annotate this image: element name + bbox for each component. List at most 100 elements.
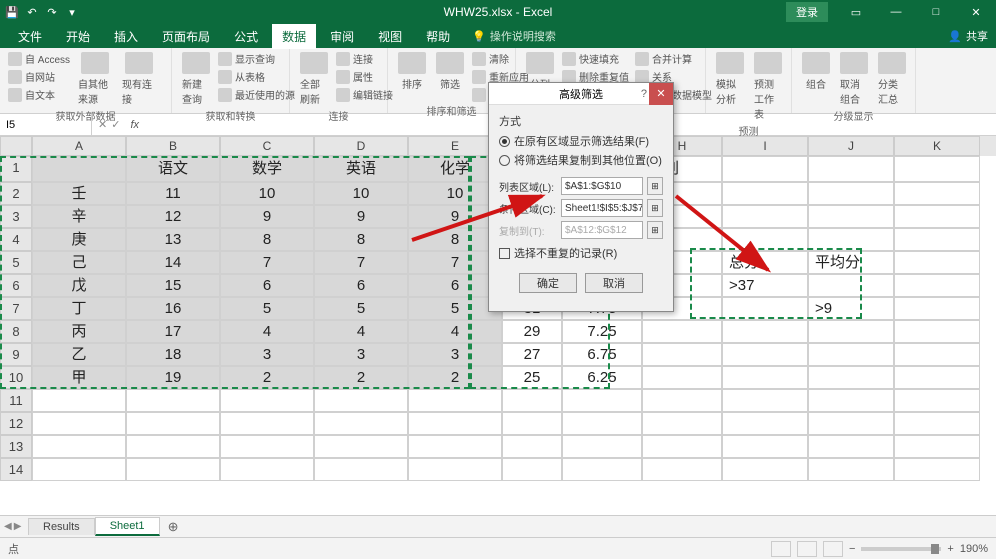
row-header-2[interactable]: 2 [0, 182, 32, 205]
col-header-A[interactable]: A [32, 136, 126, 156]
cancel-button[interactable]: 取消 [585, 273, 643, 293]
cell-H8[interactable] [642, 320, 722, 343]
cell-D3[interactable]: 9 [314, 205, 408, 228]
ungroup-button[interactable]: 取消组合 [836, 50, 872, 108]
cell-I14[interactable] [722, 458, 808, 481]
cell-J8[interactable] [808, 320, 894, 343]
col-header-D[interactable]: D [314, 136, 408, 156]
cell-A6[interactable]: 戊 [32, 274, 126, 297]
cell-H11[interactable] [642, 389, 722, 412]
cell-C13[interactable] [220, 435, 314, 458]
cell-K2[interactable] [894, 182, 980, 205]
from-other-button[interactable]: 自其他来源 [74, 50, 116, 108]
tab-view[interactable]: 视图 [368, 24, 412, 49]
cell-B8[interactable]: 17 [126, 320, 220, 343]
cell-J9[interactable] [808, 343, 894, 366]
minimize-button[interactable]: — [876, 0, 916, 24]
save-icon[interactable]: 💾 [4, 4, 20, 20]
from-web-button[interactable]: 自网站 [6, 68, 72, 85]
cell-H13[interactable] [642, 435, 722, 458]
cell-B10[interactable]: 19 [126, 366, 220, 389]
cell-A8[interactable]: 丙 [32, 320, 126, 343]
cell-A9[interactable]: 乙 [32, 343, 126, 366]
cell-K13[interactable] [894, 435, 980, 458]
cell-D5[interactable]: 7 [314, 251, 408, 274]
cell-I1[interactable] [722, 156, 808, 182]
cell-E14[interactable] [408, 458, 502, 481]
cell-K5[interactable] [894, 251, 980, 274]
cell-C8[interactable]: 4 [220, 320, 314, 343]
cell-A2[interactable]: 壬 [32, 182, 126, 205]
cell-J7[interactable]: >9 [808, 297, 894, 320]
cell-K14[interactable] [894, 458, 980, 481]
sheet-nav-prev-icon[interactable]: ◀ [4, 521, 12, 532]
cell-J12[interactable] [808, 412, 894, 435]
maximize-button[interactable]: □ [916, 0, 956, 24]
cell-K6[interactable] [894, 274, 980, 297]
cell-C4[interactable]: 8 [220, 228, 314, 251]
cell-B5[interactable]: 14 [126, 251, 220, 274]
row-header-7[interactable]: 7 [0, 297, 32, 320]
cell-K8[interactable] [894, 320, 980, 343]
from-table-button[interactable]: 从表格 [216, 68, 297, 85]
cell-B11[interactable] [126, 389, 220, 412]
subtotal-button[interactable]: 分类汇总 [874, 50, 910, 108]
page-layout-icon[interactable] [797, 541, 817, 557]
redo-icon[interactable]: ↷ [44, 4, 60, 20]
radio-copy-elsewhere[interactable]: 将筛选结果复制到其他位置(O) [499, 152, 663, 168]
cell-J1[interactable] [808, 156, 894, 182]
tab-home[interactable]: 开始 [56, 24, 100, 49]
cell-B13[interactable] [126, 435, 220, 458]
cell-A14[interactable] [32, 458, 126, 481]
cell-D14[interactable] [314, 458, 408, 481]
new-query-button[interactable]: 新建查询 [178, 50, 214, 108]
recent-sources-button[interactable]: 最近使用的源 [216, 86, 297, 103]
cell-E9[interactable]: 3 [408, 343, 502, 366]
cell-J5[interactable]: 平均分 [808, 251, 894, 274]
cell-B14[interactable] [126, 458, 220, 481]
cell-J11[interactable] [808, 389, 894, 412]
group-button[interactable]: 组合 [798, 50, 834, 93]
cell-F11[interactable] [502, 389, 562, 412]
range-picker-icon[interactable]: ⊞ [647, 177, 663, 195]
cell-I12[interactable] [722, 412, 808, 435]
cell-H12[interactable] [642, 412, 722, 435]
cell-A1[interactable] [32, 156, 126, 182]
cell-A12[interactable] [32, 412, 126, 435]
name-box[interactable]: I5 [0, 114, 92, 135]
row-header-3[interactable]: 3 [0, 205, 32, 228]
add-sheet-button[interactable]: ⊕ [160, 517, 187, 537]
show-queries-button[interactable]: 显示查询 [216, 50, 297, 67]
tab-insert[interactable]: 插入 [104, 24, 148, 49]
zoom-level[interactable]: 190% [960, 543, 988, 555]
cell-K4[interactable] [894, 228, 980, 251]
whatif-button[interactable]: 模拟分析 [712, 50, 748, 108]
cell-H9[interactable] [642, 343, 722, 366]
login-button[interactable]: 登录 [786, 2, 828, 22]
close-button[interactable]: ✕ [956, 0, 996, 24]
undo-icon[interactable]: ↶ [24, 4, 40, 20]
row-header-13[interactable]: 13 [0, 435, 32, 458]
cell-H10[interactable] [642, 366, 722, 389]
cell-E10[interactable]: 2 [408, 366, 502, 389]
cell-K7[interactable] [894, 297, 980, 320]
sheet-tab-results[interactable]: Results [28, 518, 95, 535]
cell-E8[interactable]: 4 [408, 320, 502, 343]
cell-D9[interactable]: 3 [314, 343, 408, 366]
row-header-14[interactable]: 14 [0, 458, 32, 481]
cell-A5[interactable]: 己 [32, 251, 126, 274]
col-header-K[interactable]: K [894, 136, 980, 156]
col-header-J[interactable]: J [808, 136, 894, 156]
cell-B7[interactable]: 16 [126, 297, 220, 320]
cell-D12[interactable] [314, 412, 408, 435]
share-button[interactable]: 👤 共享 [948, 28, 988, 44]
range-picker-icon[interactable]: ⊞ [647, 221, 663, 239]
cell-C6[interactable]: 6 [220, 274, 314, 297]
sheet-nav-next-icon[interactable]: ▶ [14, 521, 22, 532]
cell-K9[interactable] [894, 343, 980, 366]
refresh-all-button[interactable]: 全部刷新 [296, 50, 332, 108]
criteria-range-input[interactable]: Sheet1!$I$5:$J$7 [561, 199, 643, 217]
cell-K10[interactable] [894, 366, 980, 389]
cancel-formula-icon[interactable]: ✕ [98, 118, 107, 131]
sheet-tab-sheet1[interactable]: Sheet1 [95, 517, 160, 536]
